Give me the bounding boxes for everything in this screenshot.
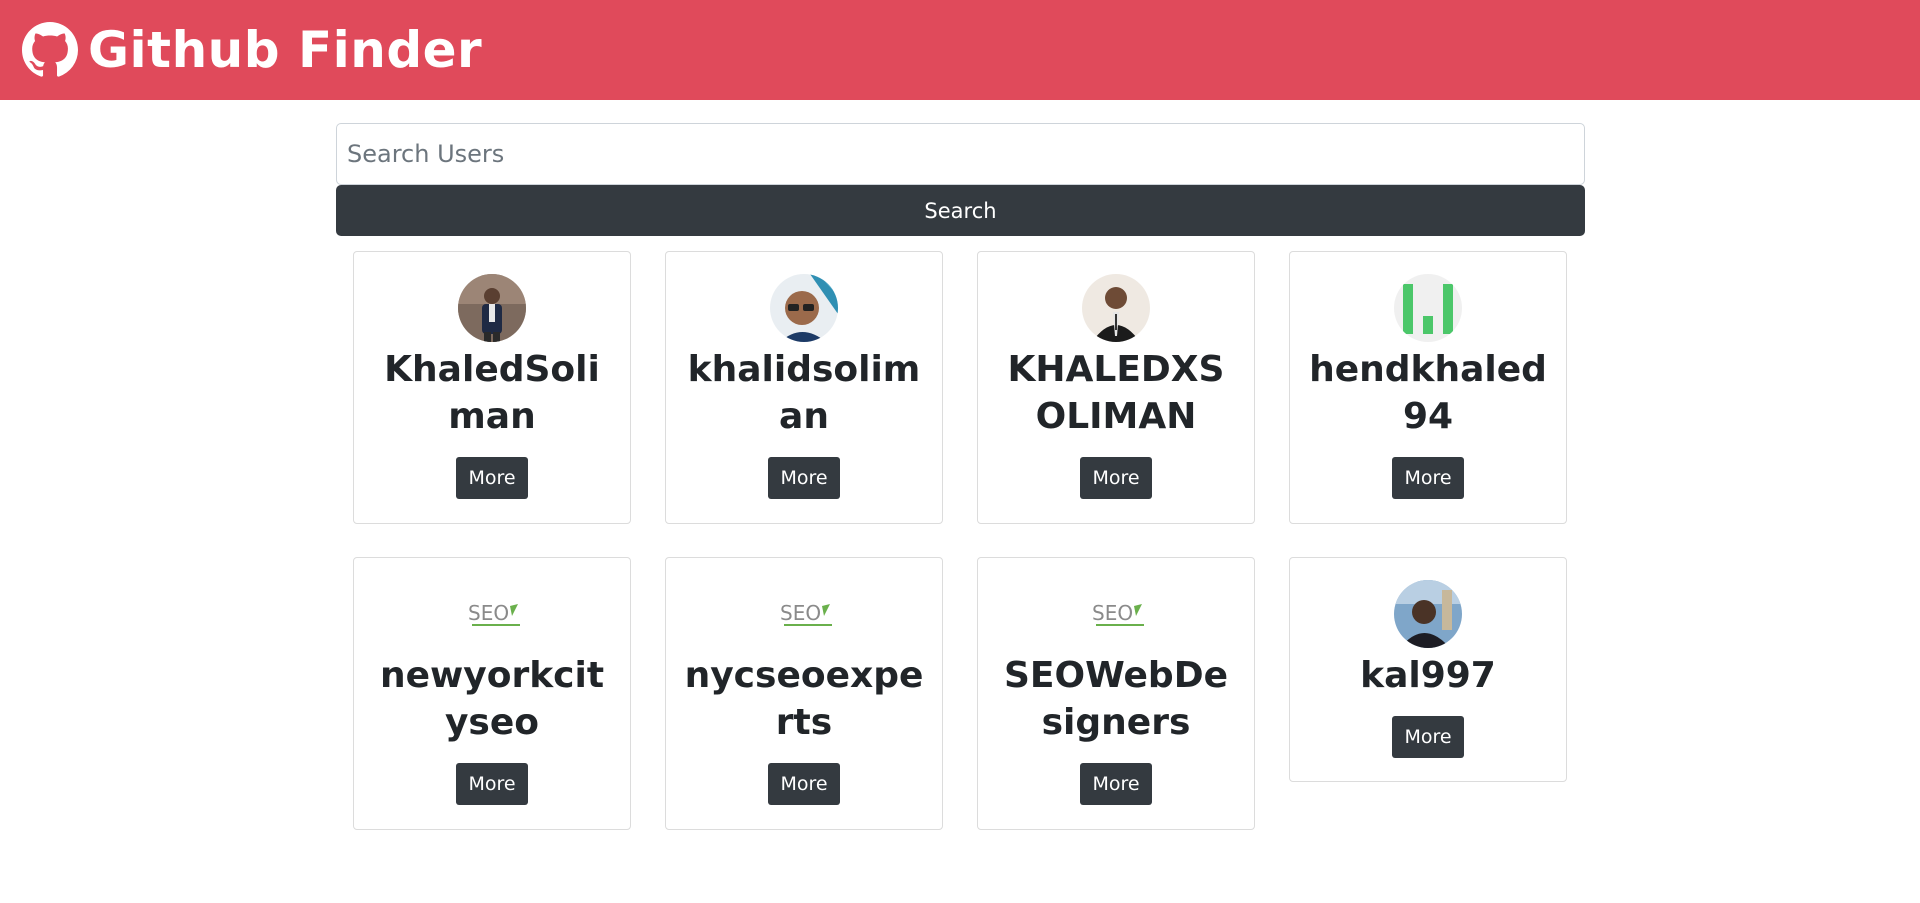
username: hendkhaled94 [1309,349,1547,437]
more-button[interactable]: More [1080,763,1152,805]
seo-logo-avatar: SEO [774,580,834,648]
svg-text:SEO: SEO [1092,601,1133,625]
user-card: SEO SEOWebDesigners More [977,557,1255,830]
user-card: KHALEDXSOLIMAN More [977,251,1255,524]
user-card: SEO newyorkcityseo More [353,557,631,830]
github-icon [22,22,78,78]
svg-text:SEO: SEO [468,601,509,625]
more-button[interactable]: More [1392,716,1464,758]
user-card: hendkhaled94 More [1289,251,1567,524]
user-card: SEO nycseoexperts More [665,557,943,830]
app-title: Github Finder [88,21,483,79]
seo-logo-avatar: SEO [462,580,522,648]
username: khalidsoliman [687,349,921,437]
avatar [1394,580,1462,648]
more-button[interactable]: More [1392,457,1464,499]
username: newyorkcityseo [379,655,605,743]
avatar [1082,274,1150,342]
more-button[interactable]: More [768,457,840,499]
svg-text:SEO: SEO [780,601,821,625]
navbar: Github Finder [0,0,1920,100]
more-button[interactable]: More [768,763,840,805]
avatar [770,274,838,342]
username: SEOWebDesigners [1003,655,1229,743]
username: KHALEDXSOLIMAN [1007,349,1225,437]
username: nycseoexperts [684,655,924,743]
user-card: KhaledSoliman More [353,251,631,524]
username: kal997 [1360,655,1496,696]
username: KhaledSoliman [384,349,600,437]
more-button[interactable]: More [456,457,528,499]
avatar [1394,274,1462,342]
avatar [458,274,526,342]
search-input[interactable] [336,123,1585,185]
search-button[interactable]: Search [336,185,1585,236]
more-button[interactable]: More [456,763,528,805]
more-button[interactable]: More [1080,457,1152,499]
user-card: khalidsoliman More [665,251,943,524]
seo-logo-avatar: SEO [1086,580,1146,648]
user-card: kal997 More [1289,557,1567,782]
